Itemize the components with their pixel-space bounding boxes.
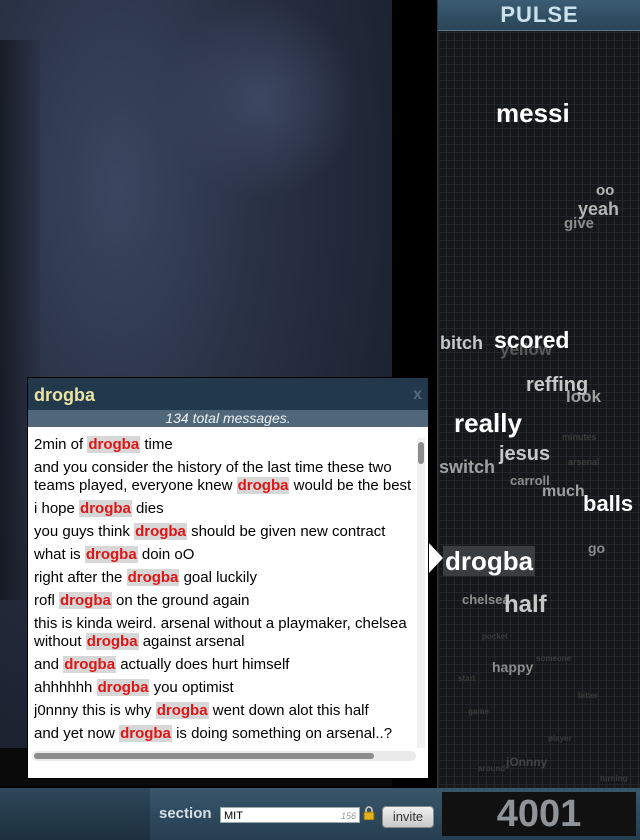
pulse-word-give[interactable]: give [564, 216, 594, 231]
pulse-word-oo[interactable]: oo [596, 183, 614, 198]
pulse-word-balls[interactable]: balls [583, 493, 633, 515]
keyword-highlight: drogba [134, 523, 187, 540]
message-text: and yet now [34, 725, 120, 742]
message-text: time [140, 436, 173, 453]
message-text: would be the best [289, 477, 412, 494]
keyword-highlight: drogba [59, 592, 112, 609]
pulse-word-minutes[interactable]: minutes [562, 433, 597, 442]
video-frame-highlight [160, 0, 360, 200]
pulse-word-player[interactable]: player [548, 735, 572, 743]
vertical-scrollbar[interactable] [417, 438, 425, 748]
message-item: 2min of drogba time [34, 436, 414, 454]
message-text: j0nnny this is why [34, 702, 156, 719]
bottom-bar-shade [0, 788, 150, 840]
message-text: rofl [34, 592, 60, 609]
message-item: i hope drogba dies [34, 500, 414, 518]
pulse-word-really[interactable]: really [454, 410, 522, 436]
close-button[interactable]: x [413, 386, 422, 404]
pulse-word-switch[interactable]: switch [439, 458, 495, 476]
keyword-highlight: drogba [96, 679, 150, 696]
pulse-word-pocket[interactable]: pocket [482, 633, 508, 641]
message-item: what is drogba doin oO [34, 546, 414, 564]
keyword-highlight: drogba [236, 477, 290, 494]
message-text: and [34, 656, 64, 673]
popup-header: drogba x [28, 378, 428, 410]
message-text: you guys think [34, 523, 135, 540]
pulse-word-much[interactable]: much [542, 484, 585, 500]
pulse-word-messi[interactable]: messi [496, 100, 570, 126]
message-text: i hope [34, 500, 80, 517]
pulse-word-someone[interactable]: someone [536, 655, 571, 663]
keyword-highlight: drogba [63, 656, 117, 673]
message-text: went down alot this half [208, 702, 369, 719]
message-text: dies [131, 500, 164, 517]
message-text: on the ground again [111, 592, 250, 609]
pulse-word-drogba[interactable]: drogba [443, 546, 536, 576]
message-item: and you consider the history of the last… [34, 459, 414, 495]
message-item: ahhhhhh drogba you optimist [34, 679, 414, 697]
message-item: and yet now drogba is doing something on… [34, 725, 414, 743]
keyword-highlight: drogba [155, 702, 209, 719]
message-item: j0nnny this is why drogba went down alot… [34, 702, 414, 720]
pulse-word-scored[interactable]: scored [494, 329, 569, 352]
lock-icon[interactable] [363, 806, 375, 820]
message-text: right after the [34, 569, 127, 586]
message-text: should be given new contract [186, 523, 386, 540]
keyword-highlight: drogba [119, 725, 172, 742]
pulse-word-go[interactable]: go [588, 541, 605, 555]
pulse-word-half[interactable]: half [504, 593, 547, 617]
pulse-word-turning[interactable]: turning [600, 775, 628, 783]
section-label: section [159, 805, 212, 822]
pulse-word-game[interactable]: game [468, 708, 489, 716]
pulse-word-jesus[interactable]: jesus [499, 444, 550, 464]
pulse-title: PULSE [438, 0, 640, 31]
horizontal-scrollbar[interactable] [32, 751, 416, 761]
keyword-highlight: drogba [79, 500, 132, 517]
section-input[interactable]: MIT 156 [220, 807, 360, 823]
section-value: MIT [224, 810, 243, 822]
message-list[interactable]: 2min of drogba time and you consider the … [34, 436, 414, 748]
popup-pointer [427, 541, 443, 575]
pulse-panel: PULSE messi oo yeah give bitch yellow scored re… [437, 0, 640, 788]
pulse-word-bitter[interactable]: bitter [578, 692, 598, 700]
message-text: doin oO [137, 546, 195, 563]
message-count: 134 total messages. [28, 410, 428, 427]
keyword-highlight: drogba [85, 633, 139, 650]
message-item: rofl drogba on the ground again [34, 592, 414, 610]
message-text: goal luckily [179, 569, 257, 586]
vertical-scroll-thumb[interactable] [418, 442, 424, 464]
char-count: 156 [340, 811, 356, 821]
message-item: and drogba actually does hurt himself [34, 656, 414, 674]
pulse-word-arsenal[interactable]: arsenal [568, 458, 600, 467]
keyword-highlight: drogba [84, 546, 138, 563]
pulse-word-bitch[interactable]: bitch [440, 334, 483, 352]
keyword-highlight: drogba [87, 436, 141, 453]
horizontal-scroll-thumb[interactable] [34, 753, 374, 759]
message-text: is doing something on arsenal..? [171, 725, 393, 742]
popup-title: drogba [34, 385, 95, 405]
pulse-word-jOnnny[interactable]: jOnnny [506, 756, 547, 768]
message-text: ahhhhhh [34, 679, 97, 696]
message-text: 2min of [34, 436, 88, 453]
pulse-word-around[interactable]: around [478, 765, 505, 773]
pulse-word-happy[interactable]: happy [492, 660, 533, 674]
pulse-word-chelsea[interactable]: chelsea [462, 593, 510, 606]
keyword-highlight: drogba [126, 569, 180, 586]
message-item: this is kinda weird. arsenal without a p… [34, 615, 414, 651]
message-text: actually does hurt himself [116, 656, 290, 673]
message-text: what is [34, 546, 85, 563]
pulse-word-start[interactable]: start [458, 675, 475, 683]
message-text: you optimist [149, 679, 234, 696]
invite-button[interactable]: invite [382, 806, 434, 828]
viewer-counter: 4001 [442, 792, 636, 836]
message-item: right after the drogba goal luckily [34, 569, 414, 587]
messages-popup: drogba x 134 total messages. 2min of dro… [27, 377, 429, 779]
pulse-word-look[interactable]: look [566, 388, 601, 405]
message-text: against arsenal [138, 633, 245, 650]
message-item: you guys think drogba should be given ne… [34, 523, 414, 541]
